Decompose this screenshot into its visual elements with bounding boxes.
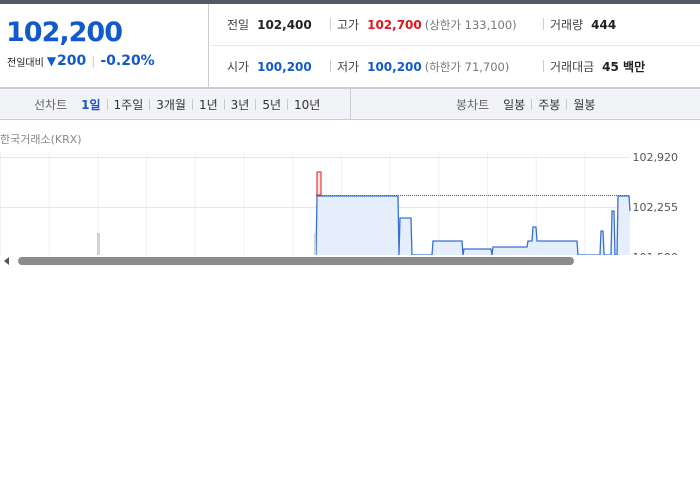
tab-weekly-candle[interactable]: 주봉	[538, 96, 560, 113]
tab-1-week[interactable]: 1주일	[114, 96, 144, 113]
stat-low: 저가 100,200 (하한가 71,700)	[337, 58, 509, 75]
price-chart: 102,920102,255101,590 한국거래소(KRX)	[0, 121, 700, 255]
tab-separator	[191, 98, 193, 110]
tab-1-year[interactable]: 1년	[199, 96, 218, 113]
candle-chart-title: 봉차트	[456, 97, 490, 112]
stat-value: 45 백만	[602, 60, 646, 74]
tab-daily-candle[interactable]: 일봉	[503, 96, 525, 113]
tab-1-day[interactable]: 1일	[81, 96, 100, 113]
price-box: 102,200 전일대비 ▼ 200 | -0.20%	[0, 4, 209, 88]
chart-period-tabs: 선차트 1일 1주일 3개월 1년 3년 5년 10년 봉차트 일봉 주봉 월봉	[0, 88, 700, 120]
scroll-thumb[interactable]	[18, 257, 574, 265]
candle-chart-tabs: 봉차트 일봉 주봉 월봉	[456, 89, 595, 119]
y-tick-label: 102,255	[633, 201, 679, 214]
tab-separator	[287, 98, 289, 110]
chart-scrollbar[interactable]	[0, 255, 700, 268]
line-chart-title: 선차트	[34, 97, 68, 112]
divider	[330, 60, 331, 72]
scroll-left-arrow-icon[interactable]	[4, 257, 9, 265]
tab-10-years[interactable]: 10년	[294, 96, 320, 113]
tab-separator	[531, 98, 533, 110]
stat-upper-limit: (상한가 133,100)	[424, 18, 517, 32]
price-chart-svg: 102,920102,255101,590	[0, 151, 679, 255]
stat-volume: 거래량 444	[550, 16, 616, 33]
price-area-fill	[316, 196, 630, 255]
stat-trade-value: 거래대금 45 백만	[550, 58, 645, 75]
tab-monthly-candle[interactable]: 월봉	[573, 96, 595, 113]
stat-key: 고가	[337, 18, 360, 32]
volume-bar	[314, 233, 316, 255]
tab-5-years[interactable]: 5년	[262, 96, 281, 113]
stat-key: 저가	[337, 60, 360, 74]
current-price: 102,200	[6, 17, 123, 48]
stat-value: 102,400	[257, 18, 312, 32]
change-separator: |	[91, 54, 96, 68]
change-label: 전일대비	[7, 57, 44, 69]
line-chart-tabs: 선차트 1일 1주일 3개월 1년 3년 5년 10년	[34, 89, 320, 119]
down-triangle-icon: ▼	[46, 54, 57, 68]
stats-table: 전일 102,400 고가 102,700 (상한가 133,100) 거래량 444 …	[210, 4, 700, 88]
stat-value: 444	[591, 18, 617, 32]
tab-separator	[255, 98, 257, 110]
tab-separator	[223, 98, 225, 110]
stat-prev-close: 전일 102,400	[227, 16, 312, 33]
stats-row-2: 시가 100,200 저가 100,200 (하한가 71,700) 거래대금 45 백…	[210, 46, 700, 88]
stat-high: 고가 102,700 (상한가 133,100)	[337, 16, 517, 33]
stat-value: 102,700	[367, 18, 422, 32]
stat-key: 거래대금	[550, 60, 595, 74]
open-spike-marker	[316, 171, 322, 196]
tab-separator	[566, 98, 568, 110]
divider	[543, 18, 544, 30]
stats-row-1: 전일 102,400 고가 102,700 (상한가 133,100) 거래량 444	[210, 4, 700, 46]
stat-lower-limit: (하한가 71,700)	[424, 60, 510, 74]
stat-key: 거래량	[550, 18, 584, 32]
stat-key: 전일	[227, 18, 250, 32]
stat-value: 100,200	[367, 60, 422, 74]
tab-3-years[interactable]: 3년	[231, 96, 250, 113]
divider	[543, 60, 544, 72]
exchange-label: 한국거래소(KRX)	[0, 133, 82, 146]
stat-key: 시가	[227, 60, 250, 74]
stat-value: 100,200	[257, 60, 312, 74]
change-value: 200	[57, 53, 87, 69]
volume-bar	[97, 233, 100, 255]
change-row: 전일대비 ▼ 200 | -0.20%	[7, 53, 155, 69]
divider	[330, 18, 331, 30]
change-percent: -0.20%	[100, 53, 155, 69]
tabs-divider	[350, 89, 351, 119]
y-tick-label: 102,920	[633, 151, 679, 164]
quote-panel: 102,200 전일대비 ▼ 200 | -0.20% 전일 102,400 고가…	[0, 4, 700, 88]
tab-3-months[interactable]: 3개월	[156, 96, 186, 113]
tab-separator	[106, 98, 108, 110]
tab-separator	[149, 98, 151, 110]
stat-open: 시가 100,200	[227, 58, 312, 75]
